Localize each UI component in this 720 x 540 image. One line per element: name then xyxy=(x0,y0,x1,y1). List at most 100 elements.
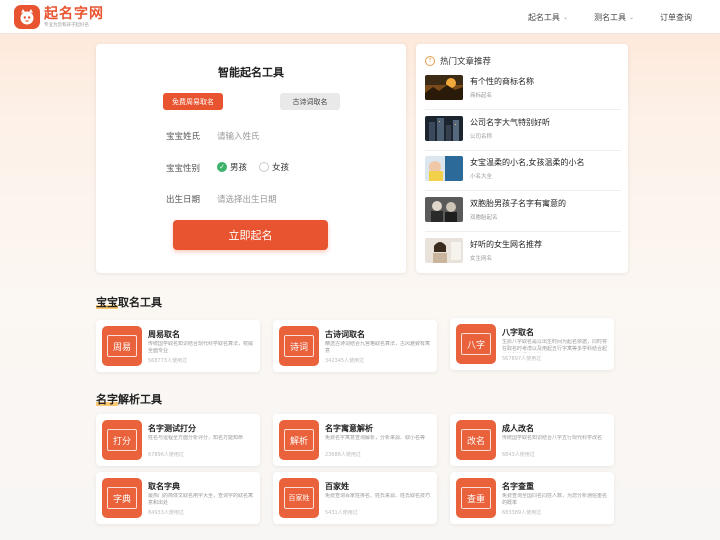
dictionary-icon: 字典 xyxy=(102,478,142,518)
divider xyxy=(425,231,621,232)
surname-input[interactable]: 请输入姓氏 xyxy=(217,130,260,142)
section-title-text: 宝宝取名工具 xyxy=(96,296,162,309)
tool-description: 免费名字寓意查询解析，分析来源、取小名等 xyxy=(325,435,426,441)
tool-card-bazi[interactable]: 八字 八字取名 生辰八字取名是以出生时间为起名依据，同时将在取名时考虑以及用起五… xyxy=(450,318,614,370)
section-title-name-analysis: 名字解析工具 xyxy=(96,391,162,407)
article-thumbnail xyxy=(425,197,463,222)
tool-usage-count: 567897人使用过 xyxy=(502,356,542,362)
tool-name: 名字查重 xyxy=(502,482,534,491)
tool-card-duplicate-check[interactable]: 查重 名字查重 免费查询全国同名同姓人数，为您分析通俗重名的概率 683389人… xyxy=(450,472,614,524)
article-item[interactable]: 好听的女生网名推荐 女生网名 xyxy=(425,238,621,276)
tool-usage-count: 568773人使用过 xyxy=(148,358,188,364)
logo-subtitle: 专业为您和孩子起好名 xyxy=(44,21,90,28)
section-title-baby-naming: 宝宝取名工具 xyxy=(96,294,162,310)
article-title: 公司名字大气特别好听 xyxy=(470,118,550,127)
tool-usage-count: 5431人使用过 xyxy=(325,510,358,516)
tool-usage-count: 6843人使用过 xyxy=(502,452,535,458)
tool-usage-count: 683389人使用过 xyxy=(502,510,542,516)
surnames-icon: 百家姓 xyxy=(279,478,319,518)
icon-text: 解析 xyxy=(284,429,314,451)
section-title-text: 名字解析工具 xyxy=(96,393,162,406)
article-tag: 小名大全 xyxy=(470,174,493,180)
article-title: 女宝温柔的小名,女孩温柔的小名 xyxy=(470,158,585,167)
tool-name: 名字测试打分 xyxy=(148,424,196,433)
tool-name: 八字取名 xyxy=(502,328,534,337)
article-tag: 公司名称 xyxy=(470,134,493,140)
tool-name: 古诗词取名 xyxy=(325,330,365,339)
tool-card-poetry[interactable]: 诗词 古诗词取名 精选古诗词结合九宫格取名算法，古风雅致有寓意 342345人使… xyxy=(273,320,437,372)
top-header: 起名字网 专业为您和孩子起好名 起名工具 ⌄ 测名工具 ⌄ 订单查询 xyxy=(0,0,720,34)
site-logo[interactable]: 起名字网 专业为您和孩子起好名 xyxy=(14,4,104,30)
tool-name: 百家姓 xyxy=(325,482,349,491)
article-item[interactable]: 有个性的商标名称 商标起名 xyxy=(425,75,621,113)
article-item[interactable]: 女宝温柔的小名,女孩温柔的小名 小名大全 xyxy=(425,156,621,194)
tool-description: 传统国学取名知识结合现代科学取名算法，权威全面专业 xyxy=(148,341,254,354)
tool-usage-count: 67896人使用过 xyxy=(148,452,184,458)
article-title: 双胞胎男孩子名字有寓意的 xyxy=(470,199,566,208)
nav-order-query[interactable]: 订单查询 xyxy=(660,12,692,23)
gender-male-radio[interactable]: ✓ 男孩 xyxy=(217,161,247,173)
nav-test-tools[interactable]: 测名工具 ⌄ xyxy=(594,12,634,23)
birth-date-input[interactable]: 请选择出生日期 xyxy=(217,193,277,205)
naming-form-card: 智能起名工具 免费周易取名 古诗词取名 宝宝姓氏 请输入姓氏 宝宝性别 ✓ 男孩… xyxy=(96,44,406,273)
article-thumbnail xyxy=(425,75,463,100)
tool-card-name-meaning[interactable]: 解析 名字寓意解析 免费名字寓意查询解析，分析来源、取小名等 23686人使用过 xyxy=(273,414,437,466)
tool-card-name-score[interactable]: 打分 名字测试打分 姓名与运程全方面分析评分，知名方能知命 67896人使用过 xyxy=(96,414,260,466)
article-item[interactable]: 双胞胎男孩子名字有寓意的 双胞胎起名 xyxy=(425,197,621,235)
divider xyxy=(425,109,621,110)
icon-text: 改名 xyxy=(461,429,491,451)
bazi-icon: 八字 xyxy=(456,324,496,364)
tab-zhouyi-naming[interactable]: 免费周易取名 xyxy=(163,93,223,110)
icon-text: 八字 xyxy=(461,333,491,355)
form-title: 智能起名工具 xyxy=(218,66,284,79)
tool-description: 最热门的简体文取名用字大全，查询字的取名寓意和出处 xyxy=(148,493,254,506)
tool-card-zhouyi[interactable]: 周易 周易取名 传统国学取名知识结合现代科学取名算法，权威全面专业 568773… xyxy=(96,320,260,372)
article-tag: 商标起名 xyxy=(470,93,493,99)
nav-label: 测名工具 xyxy=(593,12,626,22)
tool-usage-count: 23686人使用过 xyxy=(325,452,361,458)
tool-description: 姓名与运程全方面分析评分，知名方能知命 xyxy=(148,435,244,441)
article-tag: 双胞胎起名 xyxy=(470,215,498,221)
divider xyxy=(425,150,621,151)
article-title: 有个性的商标名称 xyxy=(470,77,534,86)
article-title: 好听的女生网名推荐 xyxy=(470,240,542,249)
article-tag: 女生网名 xyxy=(470,256,493,262)
nav-naming-tools[interactable]: 起名工具 ⌄ xyxy=(528,12,568,23)
icon-text: 周易 xyxy=(107,335,137,357)
tool-description: 免费查询百家姓排名、姓氏来源、姓氏取名技巧 xyxy=(325,493,431,499)
icon-text: 字典 xyxy=(107,487,137,509)
tool-description: 免费查询全国同名同姓人数，为您分析通俗重名的概率 xyxy=(502,493,608,506)
gender-female-radio[interactable]: 女孩 xyxy=(259,161,289,173)
tool-name: 取名字典 xyxy=(148,482,180,491)
tool-description: 生辰八字取名是以出生时间为起名依据，同时将在取名时考虑以及用起五行字寓等多学科结… xyxy=(502,339,608,352)
gender-label: 宝宝性别 xyxy=(166,164,201,174)
rename-icon: 改名 xyxy=(456,420,496,460)
radio-empty-icon xyxy=(259,162,269,172)
poetry-icon: 诗词 xyxy=(279,326,319,366)
article-item[interactable]: 公司名字大气特别好听 公司名称 xyxy=(425,116,621,154)
articles-heading: T 热门文章推荐 xyxy=(425,55,491,67)
tool-card-adult-rename[interactable]: 改名 成人改名 传统国学取名知识结合八字五行现代科学改名 6843人使用过 xyxy=(450,414,614,466)
articles-heading-text: 热门文章推荐 xyxy=(440,57,492,67)
article-thumbnail xyxy=(425,238,463,263)
icon-text: 打分 xyxy=(107,429,137,451)
icon-text: 百家姓 xyxy=(284,487,314,509)
tool-card-surnames[interactable]: 百家姓 百家姓 免费查询百家姓排名、姓氏来源、姓氏取名技巧 5431人使用过 xyxy=(273,472,437,524)
chevron-down-icon: ⌄ xyxy=(628,13,634,21)
score-icon: 打分 xyxy=(102,420,142,460)
tool-description: 传统国学取名知识结合八字五行现代科学改名 xyxy=(502,435,603,441)
radio-label: 男孩 xyxy=(230,163,248,173)
chevron-down-icon: ⌄ xyxy=(562,13,568,21)
logo-title: 起名字网 xyxy=(44,5,104,22)
icon-text: 查重 xyxy=(461,487,491,509)
tool-description: 精选古诗词结合九宫格取名算法，古风雅致有寓意 xyxy=(325,341,431,354)
divider xyxy=(425,190,621,191)
tool-card-dictionary[interactable]: 字典 取名字典 最热门的简体文取名用字大全，查询字的取名寓意和出处 84933人… xyxy=(96,472,260,524)
tab-poetry-naming[interactable]: 古诗词取名 xyxy=(280,93,340,110)
radio-label: 女孩 xyxy=(272,163,290,173)
article-thumbnail xyxy=(425,116,463,141)
zhouyi-icon: 周易 xyxy=(102,326,142,366)
analysis-icon: 解析 xyxy=(279,420,319,460)
birth-label: 出生日期 xyxy=(166,195,201,205)
submit-naming-button[interactable]: 立即起名 xyxy=(173,220,328,250)
